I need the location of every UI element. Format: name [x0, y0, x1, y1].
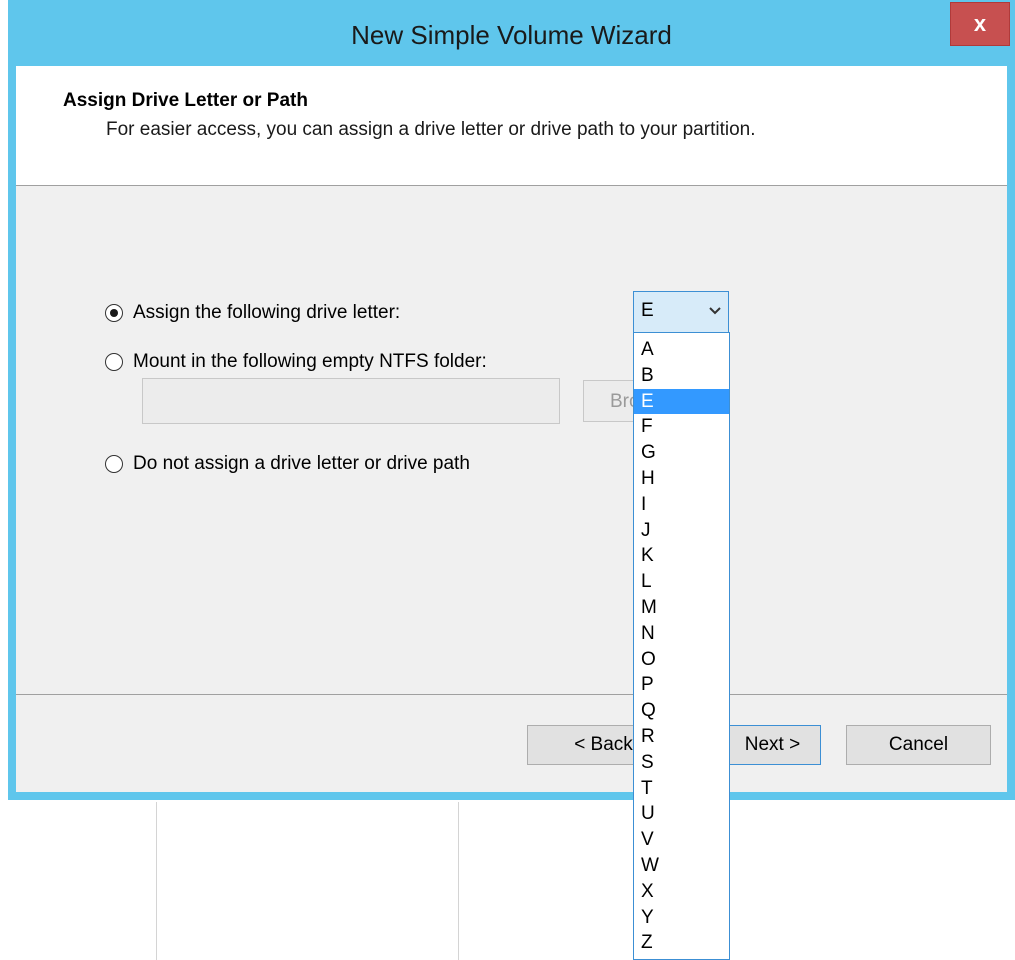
window-title: New Simple Volume Wizard	[351, 20, 672, 50]
dropdown-option-f[interactable]: F	[634, 414, 729, 440]
radio-checked-icon[interactable]	[105, 304, 123, 322]
radio-no-assign[interactable]: Do not assign a drive letter or drive pa…	[105, 453, 470, 475]
radio-no-assign-label: Do not assign a drive letter or drive pa…	[133, 453, 470, 474]
next-button-label: Next >	[744, 734, 801, 755]
dropdown-option-q[interactable]: Q	[634, 698, 729, 724]
title-bar[interactable]: New Simple Volume Wizard x	[8, 0, 1015, 66]
radio-assign-letter[interactable]: Assign the following drive letter:	[105, 302, 400, 324]
dropdown-option-g[interactable]: G	[634, 440, 729, 466]
wizard-body: Assign Drive Letter or Path For easier a…	[16, 66, 1007, 792]
dropdown-option-n[interactable]: N	[634, 621, 729, 647]
radio-unchecked-icon[interactable]	[105, 455, 123, 473]
chevron-down-icon[interactable]	[708, 306, 722, 316]
dropdown-option-j[interactable]: J	[634, 518, 729, 544]
page-subtitle: For easier access, you can assign a driv…	[106, 119, 756, 140]
background-divider	[156, 802, 157, 960]
radio-unchecked-icon[interactable]	[105, 353, 123, 371]
back-button-label: < Back	[574, 734, 633, 755]
drive-letter-dropdown-list[interactable]: ABEFGHIJKLMNOPQRSTUVWXYZ	[633, 332, 730, 960]
dropdown-option-b[interactable]: B	[634, 363, 729, 389]
dropdown-option-w[interactable]: W	[634, 853, 729, 879]
folder-path-input	[142, 378, 560, 424]
dropdown-option-v[interactable]: V	[634, 827, 729, 853]
wizard-window: New Simple Volume Wizard x Assign Drive …	[8, 0, 1015, 800]
dropdown-option-r[interactable]: R	[634, 724, 729, 750]
radio-mount-folder[interactable]: Mount in the following empty NTFS folder…	[105, 351, 487, 373]
cancel-button-label: Cancel	[888, 734, 949, 755]
radio-assign-letter-label: Assign the following drive letter:	[133, 302, 401, 323]
dropdown-option-i[interactable]: I	[634, 492, 729, 518]
dropdown-option-t[interactable]: T	[634, 776, 729, 802]
dropdown-option-e[interactable]: E	[634, 388, 729, 415]
dropdown-option-m[interactable]: M	[634, 595, 729, 621]
drive-letter-combo[interactable]: E	[633, 291, 729, 333]
dropdown-option-y[interactable]: Y	[634, 905, 729, 931]
dropdown-option-o[interactable]: O	[634, 647, 729, 673]
cancel-button[interactable]: Cancel	[846, 725, 991, 765]
dropdown-option-u[interactable]: U	[634, 801, 729, 827]
page-title: Assign Drive Letter or Path	[63, 90, 308, 111]
dropdown-option-l[interactable]: L	[634, 569, 729, 595]
dropdown-option-x[interactable]: X	[634, 879, 729, 905]
drive-letter-value: E	[641, 300, 654, 321]
dropdown-option-a[interactable]: A	[634, 337, 729, 363]
dropdown-option-p[interactable]: P	[634, 672, 729, 698]
radio-mount-folder-label: Mount in the following empty NTFS folder…	[133, 351, 487, 372]
footer-divider	[16, 694, 1007, 695]
dropdown-option-k[interactable]: K	[634, 543, 729, 569]
close-button[interactable]: x	[950, 2, 1010, 46]
wizard-header: Assign Drive Letter or Path For easier a…	[16, 66, 1007, 186]
dropdown-option-h[interactable]: H	[634, 466, 729, 492]
dropdown-option-z[interactable]: Z	[634, 930, 729, 956]
dropdown-option-s[interactable]: S	[634, 750, 729, 776]
background-divider	[458, 802, 459, 960]
